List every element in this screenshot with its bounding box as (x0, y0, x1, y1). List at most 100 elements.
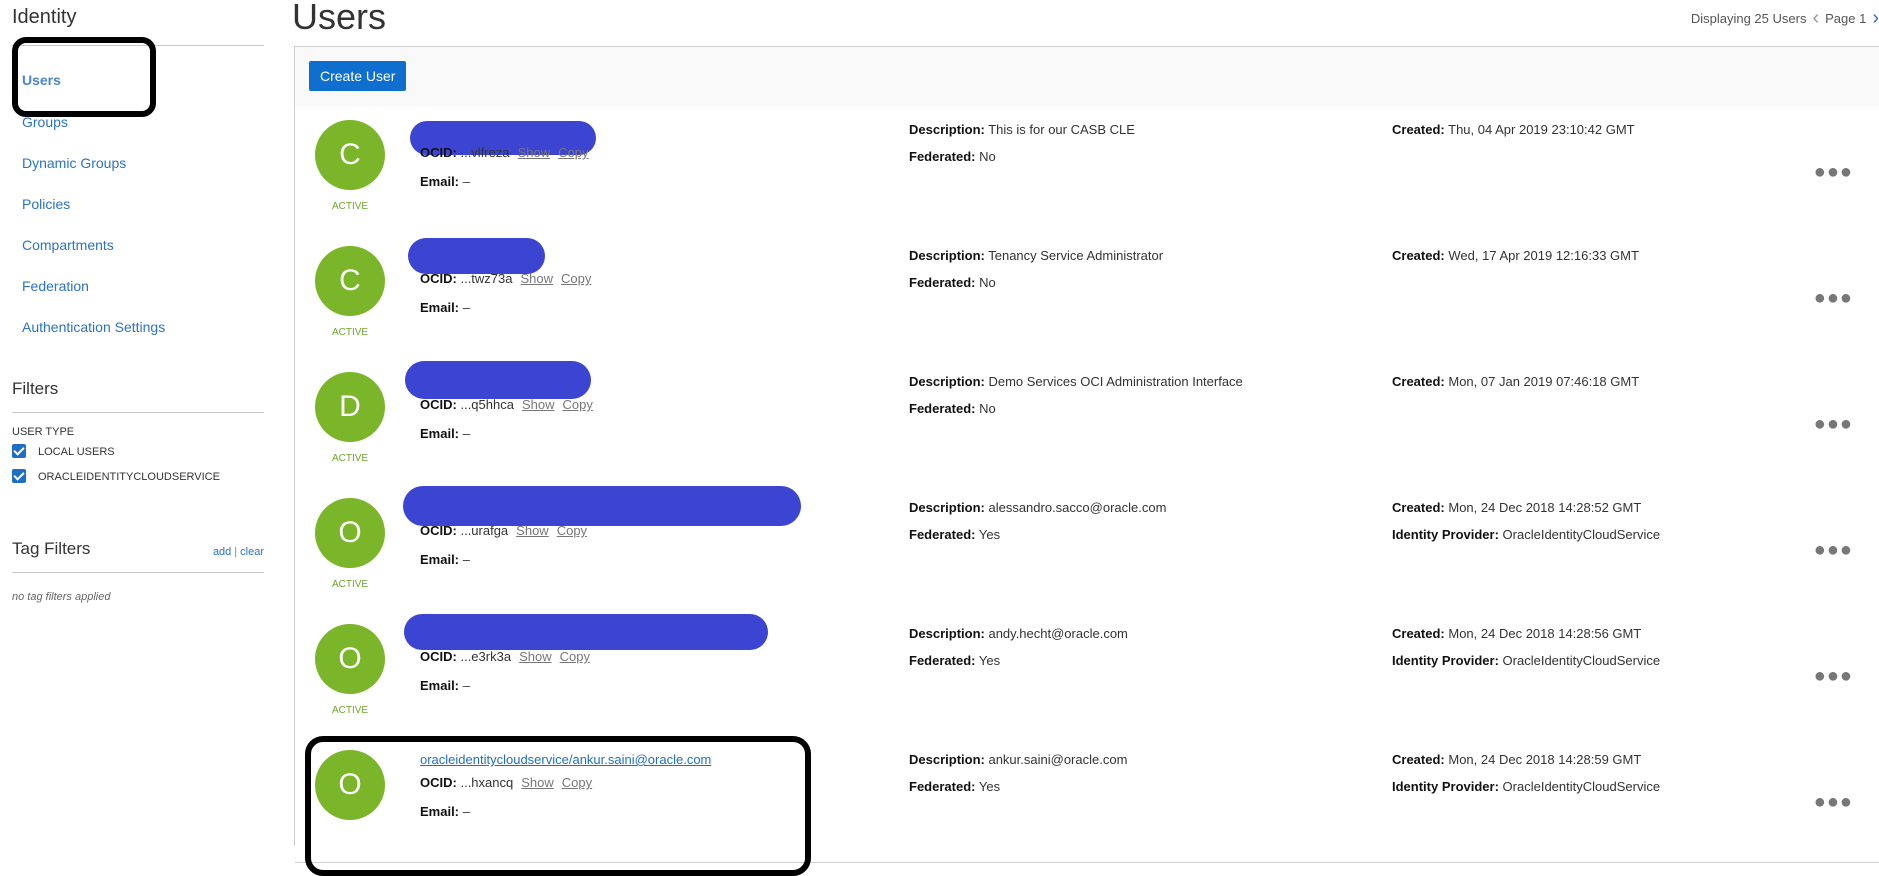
description-field: Description: Tenancy Service Administrat… (909, 248, 1163, 263)
actions-menu-icon[interactable]: ●●● (1814, 791, 1853, 814)
created-value: Mon, 24 Dec 2018 14:28:59 GMT (1448, 752, 1642, 767)
sidebar-item-compartments[interactable]: Compartments (22, 237, 114, 253)
created-label: Created: (1392, 500, 1445, 515)
email-label: Email: (420, 300, 460, 315)
user-row: O oracleidentitycloudservice/ankur.saini… (295, 736, 1879, 876)
redaction-mark (404, 614, 768, 650)
copy-ocid-link[interactable]: Copy (563, 397, 593, 412)
ocid-value: ...e3rk3a (460, 649, 512, 664)
local-users-label: LOCAL USERS (38, 446, 115, 458)
federated-value: Yes (978, 527, 1001, 542)
annotation-box-user (305, 736, 811, 876)
description-value: andy.hecht@oracle.com (988, 626, 1128, 641)
ocid-field: OCID: ...q5hhca Show Copy (420, 397, 593, 412)
avatar: O (315, 624, 385, 694)
avatar: D (315, 372, 385, 442)
description-label: Description: (909, 626, 985, 641)
created-field: Created: Mon, 24 Dec 2018 14:28:52 GMT (1392, 500, 1641, 515)
email-label: Email: (420, 552, 460, 567)
actions-menu-icon[interactable]: ●●● (1814, 161, 1853, 184)
copy-ocid-link[interactable]: Copy (560, 649, 590, 664)
created-value: Wed, 17 Apr 2019 12:16:33 GMT (1448, 248, 1639, 263)
user-row: O ACTIVE OCID: ...e3rk3a Show Copy Email: … (295, 610, 1879, 737)
divider (12, 412, 264, 413)
email-field: Email: – (420, 300, 470, 315)
copy-ocid-link[interactable]: Copy (557, 523, 587, 538)
federated-field: Federated: No (909, 401, 996, 416)
show-ocid-link[interactable]: Show (521, 271, 554, 286)
create-user-button[interactable]: Create User (309, 61, 407, 91)
filters-title: Filters (12, 379, 59, 398)
local-users-checkbox[interactable] (12, 444, 26, 458)
federated-field: Federated: Yes (909, 527, 1000, 542)
identity-provider-field: Identity Provider: OracleIdentityCloudSe… (1392, 653, 1660, 668)
ocid-field: OCID: ...vlfreza Show Copy (420, 145, 588, 160)
email-value: – (462, 174, 470, 189)
sidebar-item-federation[interactable]: Federation (22, 278, 89, 294)
ocid-field: OCID: ...e3rk3a Show Copy (420, 649, 590, 664)
identity-provider-field: Identity Provider: OracleIdentityCloudSe… (1392, 779, 1660, 794)
ocid-label: OCID: (420, 523, 457, 538)
created-label: Created: (1392, 374, 1445, 389)
actions-menu-icon[interactable]: ●●● (1814, 539, 1853, 562)
show-ocid-link[interactable]: Show (516, 523, 549, 538)
identity-sidebar: Identity Users Groups Dynamic Groups Pol… (0, 0, 275, 835)
sidebar-item-policies[interactable]: Policies (22, 196, 70, 212)
pagination: Displaying 25 Users ‹ Page 1 › (1691, 8, 1879, 28)
show-ocid-link[interactable]: Show (519, 649, 552, 664)
clear-tag-filters-link[interactable]: clear (240, 546, 264, 558)
federated-value: No (979, 275, 996, 290)
user-type-label: USER TYPE (12, 426, 75, 438)
created-value: Mon, 24 Dec 2018 14:28:56 GMT (1448, 626, 1642, 641)
status-badge: ACTIVE (331, 327, 369, 338)
page-title: Users (292, 0, 387, 37)
federated-value: No (979, 149, 996, 164)
user-row: C ACTIVE OCID: ...twz73a Show Copy Email: … (295, 232, 1879, 359)
idcs-checkbox[interactable] (12, 469, 26, 483)
identity-provider-label: Identity Provider: (1392, 527, 1499, 542)
avatar: C (315, 120, 385, 190)
description-label: Description: (909, 752, 985, 767)
no-tag-filters-text: no tag filters applied (12, 591, 111, 603)
status-badge: ACTIVE (331, 453, 369, 464)
identity-provider-value: OracleIdentityCloudService (1502, 653, 1661, 668)
description-label: Description: (909, 500, 985, 515)
ocid-value: ...urafga (460, 523, 509, 538)
ocid-label: OCID: (420, 271, 457, 286)
created-field: Created: Wed, 17 Apr 2019 12:16:33 GMT (1392, 248, 1639, 263)
created-label: Created: (1392, 248, 1445, 263)
actions-menu-icon[interactable]: ●●● (1814, 287, 1853, 310)
federated-label: Federated: (909, 653, 976, 668)
avatar: C (315, 246, 385, 316)
created-field: Created: Mon, 24 Dec 2018 14:28:59 GMT (1392, 752, 1641, 767)
copy-ocid-link[interactable]: Copy (558, 145, 588, 160)
federated-field: Federated: No (909, 275, 996, 290)
add-tag-filter-link[interactable]: add (213, 546, 231, 558)
identity-provider-value: OracleIdentityCloudService (1502, 527, 1661, 542)
email-value: – (462, 300, 470, 315)
federated-label: Federated: (909, 149, 976, 164)
chevron-right-icon[interactable]: › (1872, 8, 1879, 28)
ocid-field: OCID: ...twz73a Show Copy (420, 271, 591, 286)
show-ocid-link[interactable]: Show (518, 145, 551, 160)
created-value: Thu, 04 Apr 2019 23:10:42 GMT (1448, 122, 1635, 137)
chevron-left-icon[interactable]: ‹ (1812, 8, 1819, 28)
sidebar-item-dynamic-groups[interactable]: Dynamic Groups (22, 155, 126, 171)
user-row: D ACTIVE OCID: ...q5hhca Show Copy Email: … (295, 358, 1879, 485)
email-field: Email: – (420, 552, 470, 567)
description-field: Description: This is for our CASB CLE (909, 122, 1135, 137)
federated-field: Federated: No (909, 149, 996, 164)
email-value: – (462, 426, 470, 441)
sidebar-item-authentication-settings[interactable]: Authentication Settings (22, 319, 165, 335)
created-value: Mon, 24 Dec 2018 14:28:52 GMT (1448, 500, 1642, 515)
actions-menu-icon[interactable]: ●●● (1814, 413, 1853, 436)
show-ocid-link[interactable]: Show (522, 397, 555, 412)
actions-menu-icon[interactable]: ●●● (1814, 665, 1853, 688)
copy-ocid-link[interactable]: Copy (561, 271, 591, 286)
ocid-label: OCID: (420, 397, 457, 412)
description-value: This is for our CASB CLE (988, 122, 1135, 137)
tag-filters-title: Tag Filters (12, 539, 91, 558)
description-label: Description: (909, 248, 985, 263)
email-label: Email: (420, 426, 460, 441)
email-label: Email: (420, 174, 460, 189)
